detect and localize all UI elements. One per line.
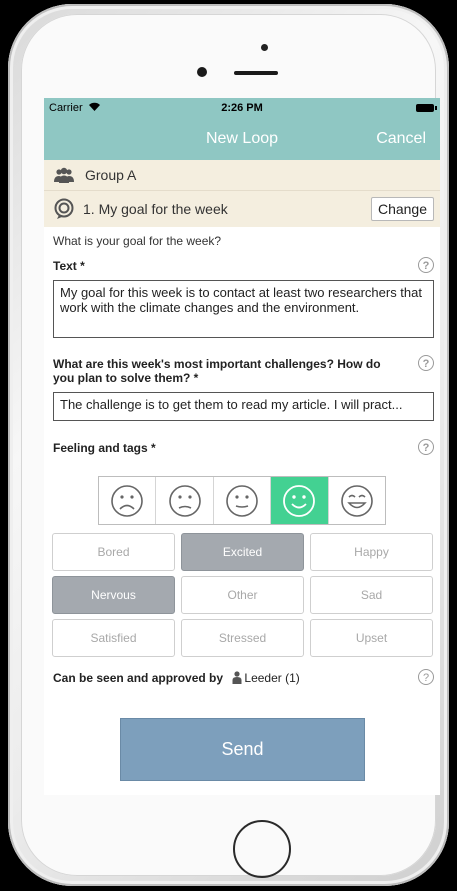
person-icon [232,671,242,684]
happy-face-icon[interactable] [271,477,329,524]
help-icon[interactable]: ? [418,669,434,685]
feeling-field-label: Feeling and tags * ? [44,439,440,455]
tag-excited[interactable]: Excited [181,533,304,571]
group-name: Group A [85,167,137,183]
group-icon [54,167,74,183]
sad-face-icon[interactable] [156,477,214,524]
approval-label: Can be seen and approved by [53,671,224,685]
goal-text-input[interactable]: My goal for this week is to contact at l… [53,280,434,338]
help-icon[interactable]: ? [418,355,434,371]
tag-happy[interactable]: Happy [310,533,433,571]
tag-sad[interactable]: Sad [310,576,433,614]
feeling-selector [98,476,386,525]
app-screen: Carrier 2:26 PM New Loop Cancel Group A … [44,98,440,795]
earpiece-speaker [234,71,278,75]
status-bar: Carrier 2:26 PM [44,98,440,118]
home-button[interactable] [233,820,291,878]
help-icon[interactable]: ? [418,439,434,455]
group-row[interactable]: Group A [44,160,440,191]
tag-grid: Bored Excited Happy Nervous Other Sad Sa… [52,533,434,657]
approval-row: Can be seen and approved by Leeder (1) ? [53,669,440,685]
target-icon [54,198,74,219]
send-button[interactable]: Send [120,718,365,781]
goal-title: 1. My goal for the week [83,201,228,217]
neutral-face-icon[interactable] [214,477,272,524]
goal-row: 1. My goal for the week Change [44,191,440,227]
tag-stressed[interactable]: Stressed [181,619,304,657]
front-camera [261,44,268,51]
battery-icon [416,104,437,112]
challenges-input[interactable]: The challenge is to get them to read my … [53,392,434,421]
tag-nervous[interactable]: Nervous [52,576,175,614]
tag-satisfied[interactable]: Satisfied [52,619,175,657]
approver-name[interactable]: Leeder (1) [244,671,299,685]
tag-bored[interactable]: Bored [52,533,175,571]
goal-question: What is your goal for the week? [53,234,222,248]
tag-upset[interactable]: Upset [310,619,433,657]
text-field-label: Text * ? [44,257,440,273]
camera-lens [197,67,207,77]
challenges-field-label: What are this week's most important chal… [44,355,440,385]
navigation-bar: New Loop Cancel [44,118,440,160]
very-happy-face-icon[interactable] [329,477,385,524]
very-sad-face-icon[interactable] [99,477,157,524]
status-time: 2:26 PM [221,102,263,114]
cancel-button[interactable]: Cancel [376,130,426,148]
help-icon[interactable]: ? [418,257,434,273]
change-button[interactable]: Change [370,197,434,221]
tag-other[interactable]: Other [181,576,304,614]
